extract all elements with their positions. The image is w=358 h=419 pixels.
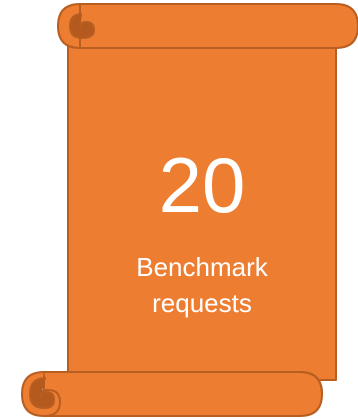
request-count: 20 [158, 141, 246, 230]
scroll-banner: 20 Benchmark requests [0, 0, 358, 419]
scroll-content: 20 Benchmark requests [68, 40, 336, 380]
caption-line-2: requests [152, 288, 252, 318]
caption-line-1: Benchmark [136, 252, 268, 283]
